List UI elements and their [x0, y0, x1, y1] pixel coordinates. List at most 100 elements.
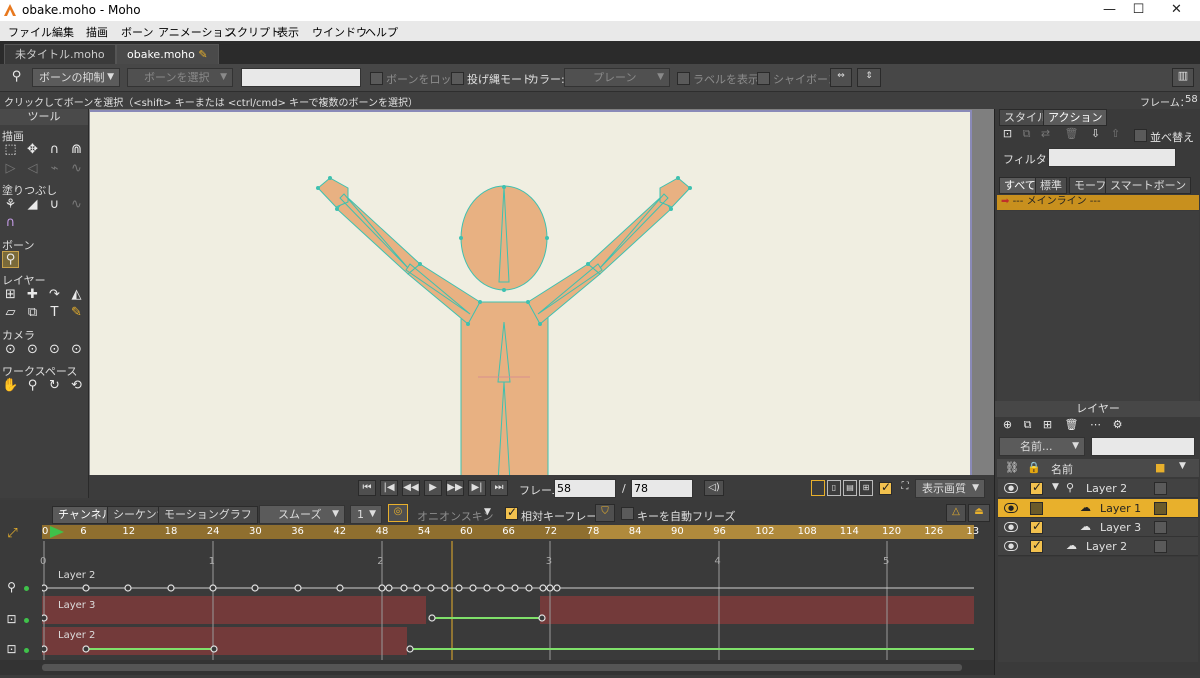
actions-list[interactable]: [997, 211, 1199, 401]
library-icon[interactable]: ▥: [1172, 68, 1194, 87]
menu-help[interactable]: ヘルプ: [365, 24, 398, 40]
layer-color-box[interactable]: [1154, 540, 1167, 553]
close-button[interactable]: ✕: [1154, 0, 1199, 21]
end-frame-input[interactable]: 78: [631, 479, 693, 498]
rotate-layer-icon[interactable]: ↷: [46, 287, 63, 304]
chevron-down-icon[interactable]: ▼: [1179, 461, 1186, 471]
layer-search-input[interactable]: [1091, 437, 1195, 456]
name-sort-select[interactable]: 名前... ▼: [999, 437, 1085, 456]
layer-color-box[interactable]: [1154, 502, 1167, 515]
eye-icon[interactable]: ●: [1004, 503, 1018, 513]
new-action-icon[interactable]: ⊡: [999, 126, 1016, 143]
text-tool-icon[interactable]: T: [46, 305, 63, 322]
interpolation-select[interactable]: スムーズ ▼: [259, 505, 345, 524]
sort-checkbox[interactable]: [1134, 129, 1147, 142]
timeline-scrollbar[interactable]: [0, 660, 994, 675]
interp-count-select[interactable]: 1 ▼: [350, 505, 382, 524]
layer-row-layer2[interactable]: ● ☁ Layer 2: [998, 537, 1198, 556]
shear-layer-icon[interactable]: ◭: [68, 287, 85, 304]
view-quad-icon[interactable]: ⊞: [859, 480, 873, 496]
zoom-icon[interactable]: ⚲: [24, 378, 41, 395]
more-options-icon[interactable]: ⋯: [1087, 417, 1104, 434]
menu-edit[interactable]: 編集: [52, 24, 74, 40]
layer-visible-checkbox[interactable]: [1030, 502, 1043, 515]
layer-row-layer3[interactable]: ● ☁ Layer 3: [998, 518, 1198, 537]
new-layer-icon[interactable]: ⊕: [999, 417, 1016, 434]
view-horizontal-icon[interactable]: ▤: [843, 480, 857, 496]
grid-toggle-checkbox[interactable]: [879, 480, 892, 495]
show-labels-checkbox[interactable]: [677, 72, 690, 85]
expand-arrow-icon[interactable]: ▼: [1052, 482, 1059, 492]
transform-points-icon[interactable]: ✥: [24, 142, 41, 159]
stage-canvas[interactable]: [90, 110, 972, 475]
bone-constraints-icon[interactable]: ⚲: [2, 251, 19, 268]
hide-edge-icon[interactable]: ∩: [2, 215, 19, 232]
shape-tool-icon[interactable]: ▷: [2, 161, 19, 178]
eye-icon[interactable]: ●: [1004, 541, 1018, 551]
curvature-icon[interactable]: ⋒: [68, 142, 85, 159]
layer-row-bone[interactable]: ● ▼ ⚲ Layer 2: [998, 479, 1198, 498]
duplicate-layer-icon[interactable]: ⧉: [1019, 417, 1036, 434]
tab-motion-graph[interactable]: モーショングラフ: [158, 506, 258, 524]
transform-layer-icon[interactable]: ⊞: [2, 287, 19, 304]
view-single-icon[interactable]: [811, 480, 825, 496]
copy-layer-icon[interactable]: ⊞: [1039, 417, 1056, 434]
create-shape-icon[interactable]: ◢: [24, 197, 41, 214]
auto-freeze-checkbox[interactable]: [621, 507, 634, 520]
bone-select[interactable]: ボーンを選択 ▼: [127, 68, 233, 87]
magnet-icon[interactable]: ∿: [68, 161, 85, 178]
pencil-tool-icon[interactable]: ✎: [68, 305, 85, 322]
select-points-icon[interactable]: ⬚: [2, 142, 19, 159]
view-split-icon[interactable]: ▯: [827, 480, 841, 496]
layer-color-box[interactable]: [1154, 521, 1167, 534]
scatter-icon[interactable]: ⌁: [46, 161, 63, 178]
display-quality-select[interactable]: 表示画質 ▼: [915, 479, 985, 498]
paint-bucket-icon[interactable]: ∪: [46, 197, 63, 214]
subtab-standard[interactable]: 標準: [1035, 177, 1067, 194]
orbit-icon[interactable]: ⟲: [68, 378, 85, 395]
bone-name-input[interactable]: [241, 68, 361, 87]
delete-action-icon[interactable]: 🗑: [1063, 126, 1080, 143]
menu-view[interactable]: 表示: [277, 24, 299, 40]
flip-horizontal-icon[interactable]: ⇔: [830, 68, 852, 87]
chevron-down-icon[interactable]: ▼: [484, 507, 491, 517]
layer-visible-checkbox[interactable]: [1030, 519, 1043, 534]
prev-key-icon[interactable]: |◀: [380, 480, 398, 496]
layer-row-layer1[interactable]: ● ☁ Layer 1: [998, 499, 1198, 518]
set-origin-icon[interactable]: ✚: [24, 287, 41, 304]
delete-layer-icon[interactable]: 🗑: [1063, 417, 1080, 434]
lock-bone-checkbox[interactable]: [370, 72, 383, 85]
tracks[interactable]: Layer 2 Layer 3 Layer 2 012345: [40, 525, 974, 675]
menu-window[interactable]: ウインドウ: [312, 24, 367, 40]
rotate-workspace-icon[interactable]: ↻: [46, 378, 63, 395]
insert-action-icon[interactable]: ⇄: [1037, 126, 1054, 143]
filter-input[interactable]: [1048, 148, 1176, 167]
eye-icon[interactable]: ●: [1004, 483, 1018, 493]
eye-icon[interactable]: ●: [1004, 522, 1018, 532]
zoom-out-timeline-icon[interactable]: ⏏: [968, 504, 990, 522]
play-icon[interactable]: ▶: [424, 480, 442, 496]
camera-track-icon[interactable]: ⊙: [2, 342, 19, 359]
relative-keys-checkbox[interactable]: [505, 505, 518, 520]
tab-untitled[interactable]: 未タイトル.moho: [4, 44, 116, 64]
onion-skin-icon[interactable]: ◎: [388, 504, 408, 522]
camera-zoom-icon[interactable]: ⊙: [24, 342, 41, 359]
mode-select[interactable]: ボーンの抑制 ▼: [32, 68, 120, 87]
scrollbar-thumb[interactable]: [42, 664, 962, 671]
camera-roll-icon[interactable]: ⊙: [46, 342, 63, 359]
select-shape-icon[interactable]: ⚘: [2, 197, 19, 214]
camera-pan-icon[interactable]: ⊙: [68, 342, 85, 359]
freehand-icon[interactable]: ◁: [24, 161, 41, 178]
lasso-checkbox[interactable]: [451, 72, 464, 85]
color-select[interactable]: プレーン ▼: [564, 68, 670, 87]
menu-script[interactable]: スクリプト: [226, 24, 281, 40]
step-back-icon[interactable]: ◀◀: [402, 480, 420, 496]
rewind-icon[interactable]: ⏮: [358, 480, 376, 496]
mainline-row[interactable]: ➡ --- メインライン ---: [997, 195, 1199, 210]
current-frame-input[interactable]: 58: [554, 479, 616, 498]
menu-file[interactable]: ファイル: [8, 24, 52, 40]
menu-animation[interactable]: アニメーション: [158, 24, 235, 40]
duplicate-action-icon[interactable]: ⧉: [1018, 126, 1035, 143]
zoom-in-timeline-icon[interactable]: △: [946, 504, 966, 522]
hand-icon[interactable]: ✋: [2, 378, 19, 395]
